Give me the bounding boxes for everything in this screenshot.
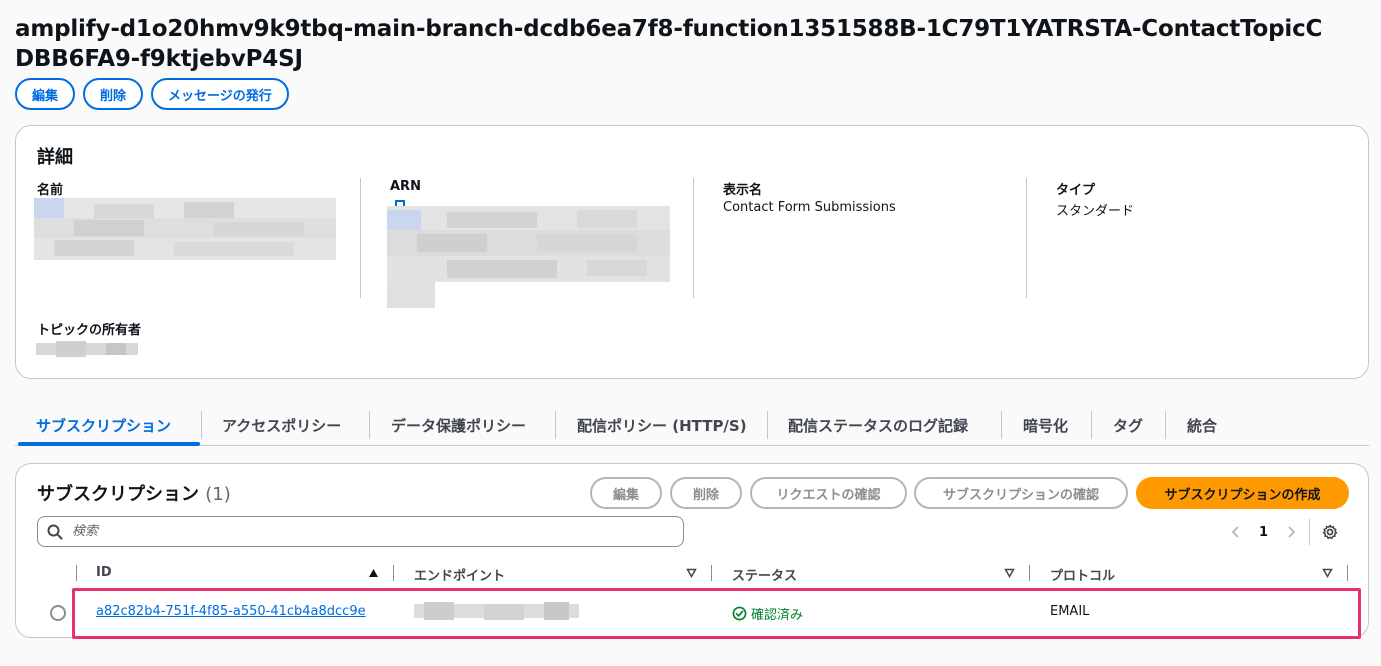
pagination: 1 <box>1230 519 1338 545</box>
type-label: タイプ <box>1056 183 1096 198</box>
tab-separator <box>369 411 370 439</box>
tab-separator <box>555 411 556 439</box>
confirm-request-button[interactable]: リクエストの確認 <box>750 477 907 509</box>
subscription-edit-button[interactable]: 編集 <box>590 477 662 509</box>
tab-data-protection-policy[interactable]: データ保護ポリシー <box>391 405 526 445</box>
divider <box>693 178 694 298</box>
page-number[interactable]: 1 <box>1259 525 1268 540</box>
pager-divider <box>1309 519 1311 545</box>
divider <box>360 178 361 298</box>
create-subscription-button[interactable]: サブスクリプションの作成 <box>1136 477 1349 509</box>
row-highlight-annotation <box>72 588 1361 639</box>
publish-message-button[interactable]: メッセージの発行 <box>151 78 289 110</box>
details-panel: 詳細 名前 ARN 表示名 Contact Form Submissions タ… <box>15 125 1369 379</box>
tab-access-policy[interactable]: アクセスポリシー <box>222 405 341 445</box>
confirm-subscription-button[interactable]: サブスクリプションの確認 <box>914 477 1128 509</box>
edit-button[interactable]: 編集 <box>15 78 76 110</box>
tab-separator <box>1165 411 1166 439</box>
sort-icon[interactable] <box>1004 568 1015 578</box>
sort-icon[interactable] <box>686 568 697 578</box>
search-field[interactable] <box>37 516 684 547</box>
column-separator <box>1029 565 1030 581</box>
display-name-label: 表示名 <box>723 183 763 198</box>
delete-button[interactable]: 削除 <box>83 78 144 110</box>
column-header-protocol[interactable]: プロトコル <box>1050 565 1115 584</box>
chevron-right-icon[interactable] <box>1285 525 1297 539</box>
details-heading: 詳細 <box>37 147 73 168</box>
chevron-left-icon[interactable] <box>1230 525 1242 539</box>
tab-bar: サブスクリプション アクセスポリシー データ保護ポリシー 配信ポリシー (HTT… <box>15 405 1369 446</box>
tab-separator <box>1001 411 1002 439</box>
search-input[interactable] <box>72 521 672 542</box>
page-title: amplify-d1o20hmv9k9tbq-main-branch-dcdb6… <box>15 16 1323 72</box>
gear-icon[interactable] <box>1322 524 1338 540</box>
subscriptions-heading-text: サブスクリプション <box>37 484 199 505</box>
subscriptions-count: (1) <box>205 484 231 505</box>
name-value-redacted <box>34 198 336 260</box>
tab-integrations[interactable]: 統合 <box>1187 405 1217 445</box>
row-select-radio[interactable] <box>50 605 66 621</box>
arn-label: ARN <box>390 179 421 194</box>
active-tab-indicator <box>18 442 200 446</box>
sort-icon[interactable] <box>1322 568 1333 578</box>
column-header-endpoint[interactable]: エンドポイント <box>414 565 505 584</box>
column-separator <box>1347 565 1348 581</box>
column-separator <box>393 565 394 581</box>
tab-separator <box>767 411 768 439</box>
type-value: スタンダード <box>1056 204 1135 219</box>
tab-delivery-status-logging[interactable]: 配信ステータスのログ記録 <box>788 405 968 445</box>
sort-ascending-icon[interactable] <box>368 568 379 578</box>
display-name-value: Contact Form Submissions <box>723 200 896 215</box>
arn-value-redacted <box>387 200 670 308</box>
column-separator <box>711 565 712 581</box>
owner-label: トピックの所有者 <box>37 323 142 338</box>
search-icon <box>47 524 63 540</box>
tab-separator <box>1091 411 1092 439</box>
tab-subscriptions[interactable]: サブスクリプション <box>36 405 171 445</box>
tab-encryption[interactable]: 暗号化 <box>1023 405 1068 445</box>
owner-value-redacted <box>36 341 138 357</box>
subscription-delete-button[interactable]: 削除 <box>670 477 742 509</box>
column-header-id[interactable]: ID <box>96 565 112 580</box>
tab-separator <box>201 411 202 439</box>
name-label: 名前 <box>37 183 64 198</box>
column-separator <box>76 565 77 581</box>
tab-delivery-policy[interactable]: 配信ポリシー (HTTP/S) <box>577 405 747 445</box>
divider <box>1026 178 1027 298</box>
header-actions: 編集 削除 メッセージの発行 <box>15 78 289 110</box>
subscriptions-heading: サブスクリプション (1) <box>37 480 231 506</box>
tab-tags[interactable]: タグ <box>1113 405 1143 445</box>
column-header-status[interactable]: ステータス <box>732 565 797 584</box>
